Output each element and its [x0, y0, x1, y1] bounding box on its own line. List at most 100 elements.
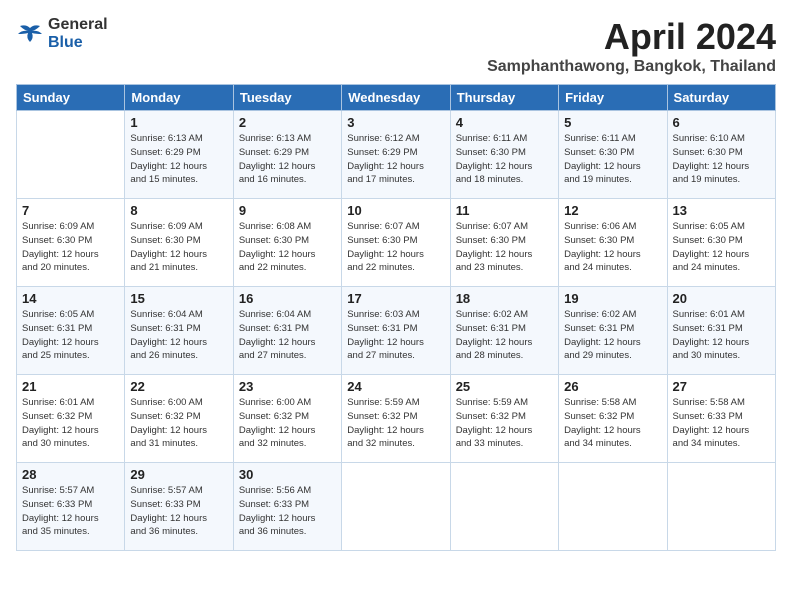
calendar-day-cell: 29 Sunrise: 5:57 AM Sunset: 6:33 PM Dayli… — [125, 463, 233, 551]
calendar-day-cell: 14 Sunrise: 6:05 AM Sunset: 6:31 PM Dayli… — [17, 287, 125, 375]
calendar-day-cell: 1 Sunrise: 6:13 AM Sunset: 6:29 PM Daylig… — [125, 111, 233, 199]
day-info: Sunrise: 6:00 AM Sunset: 6:32 PM Dayligh… — [239, 396, 336, 451]
day-info: Sunrise: 5:58 AM Sunset: 6:32 PM Dayligh… — [564, 396, 661, 451]
day-number: 12 — [564, 203, 661, 218]
calendar-day-cell: 16Sunrise: 6:04 AM Sunset: 6:31 PM Dayli… — [233, 287, 341, 375]
calendar-day-cell: 11Sunrise: 6:07 AM Sunset: 6:30 PM Dayli… — [450, 199, 558, 287]
calendar-week-row: 1 Sunrise: 6:13 AM Sunset: 6:29 PM Daylig… — [17, 111, 776, 199]
day-number: 13 — [673, 203, 770, 218]
day-number: 27 — [673, 379, 770, 394]
logo-icon — [16, 24, 44, 44]
day-info: Sunrise: 6:11 AM Sunset: 6:30 PM Dayligh… — [456, 132, 553, 187]
calendar-day-cell: 26 Sunrise: 5:58 AM Sunset: 6:32 PM Dayli… — [559, 375, 667, 463]
day-number: 25 — [456, 379, 553, 394]
day-info: Sunrise: 6:07 AM Sunset: 6:30 PM Dayligh… — [347, 220, 444, 275]
month-title: April 2024 — [487, 16, 776, 58]
day-info: Sunrise: 6:11 AM Sunset: 6:30 PM Dayligh… — [564, 132, 661, 187]
calendar-day-cell: 3 Sunrise: 6:12 AM Sunset: 6:29 PM Daylig… — [342, 111, 450, 199]
calendar-day-cell: 7Sunrise: 6:09 AM Sunset: 6:30 PM Daylig… — [17, 199, 125, 287]
weekday-header-cell: Thursday — [450, 85, 558, 111]
day-number: 20 — [673, 291, 770, 306]
weekday-header-cell: Wednesday — [342, 85, 450, 111]
page-header: General Blue April 2024 Samphanthawong, … — [16, 16, 776, 76]
day-info: Sunrise: 6:00 AM Sunset: 6:32 PM Dayligh… — [130, 396, 227, 451]
day-info: Sunrise: 6:06 AM Sunset: 6:30 PM Dayligh… — [564, 220, 661, 275]
day-info: Sunrise: 5:57 AM Sunset: 6:33 PM Dayligh… — [130, 484, 227, 539]
day-number: 14 — [22, 291, 119, 306]
title-block: April 2024 Samphanthawong, Bangkok, Thai… — [487, 16, 776, 76]
day-number: 28 — [22, 467, 119, 482]
empty-cell — [450, 463, 558, 551]
calendar-day-cell: 9Sunrise: 6:08 AM Sunset: 6:30 PM Daylig… — [233, 199, 341, 287]
day-number: 7 — [22, 203, 119, 218]
weekday-header-cell: Tuesday — [233, 85, 341, 111]
day-info: Sunrise: 6:03 AM Sunset: 6:31 PM Dayligh… — [347, 308, 444, 363]
day-info: Sunrise: 6:13 AM Sunset: 6:29 PM Dayligh… — [239, 132, 336, 187]
calendar-week-row: 28 Sunrise: 5:57 AM Sunset: 6:33 PM Dayli… — [17, 463, 776, 551]
day-info: Sunrise: 6:05 AM Sunset: 6:30 PM Dayligh… — [673, 220, 770, 275]
day-info: Sunrise: 6:08 AM Sunset: 6:30 PM Dayligh… — [239, 220, 336, 275]
day-number: 5 — [564, 115, 661, 130]
day-number: 10 — [347, 203, 444, 218]
day-number: 1 — [130, 115, 227, 130]
day-number: 17 — [347, 291, 444, 306]
day-number: 26 — [564, 379, 661, 394]
weekday-header-cell: Sunday — [17, 85, 125, 111]
weekday-header-row: SundayMondayTuesdayWednesdayThursdayFrid… — [17, 85, 776, 111]
day-number: 18 — [456, 291, 553, 306]
calendar-day-cell: 5 Sunrise: 6:11 AM Sunset: 6:30 PM Daylig… — [559, 111, 667, 199]
day-info: Sunrise: 6:04 AM Sunset: 6:31 PM Dayligh… — [130, 308, 227, 363]
logo-blue: Blue — [48, 34, 83, 51]
day-number: 29 — [130, 467, 227, 482]
day-info: Sunrise: 6:09 AM Sunset: 6:30 PM Dayligh… — [130, 220, 227, 275]
empty-cell — [342, 463, 450, 551]
day-number: 24 — [347, 379, 444, 394]
calendar-day-cell: 20Sunrise: 6:01 AM Sunset: 6:31 PM Dayli… — [667, 287, 775, 375]
empty-cell — [17, 111, 125, 199]
logo: General Blue — [16, 16, 108, 52]
calendar-day-cell: 2 Sunrise: 6:13 AM Sunset: 6:29 PM Daylig… — [233, 111, 341, 199]
day-number: 15 — [130, 291, 227, 306]
calendar-day-cell: 18 Sunrise: 6:02 AM Sunset: 6:31 PM Dayli… — [450, 287, 558, 375]
calendar-day-cell: 28Sunrise: 5:57 AM Sunset: 6:33 PM Dayli… — [17, 463, 125, 551]
day-info: Sunrise: 6:05 AM Sunset: 6:31 PM Dayligh… — [22, 308, 119, 363]
calendar-week-row: 21Sunrise: 6:01 AM Sunset: 6:32 PM Dayli… — [17, 375, 776, 463]
day-info: Sunrise: 5:59 AM Sunset: 6:32 PM Dayligh… — [456, 396, 553, 451]
calendar-week-row: 14 Sunrise: 6:05 AM Sunset: 6:31 PM Dayli… — [17, 287, 776, 375]
calendar-day-cell: 25 Sunrise: 5:59 AM Sunset: 6:32 PM Dayli… — [450, 375, 558, 463]
day-number: 16 — [239, 291, 336, 306]
day-number: 4 — [456, 115, 553, 130]
day-info: Sunrise: 6:10 AM Sunset: 6:30 PM Dayligh… — [673, 132, 770, 187]
day-info: Sunrise: 6:13 AM Sunset: 6:29 PM Dayligh… — [130, 132, 227, 187]
calendar-day-cell: 24 Sunrise: 5:59 AM Sunset: 6:32 PM Dayli… — [342, 375, 450, 463]
calendar-body: 1 Sunrise: 6:13 AM Sunset: 6:29 PM Daylig… — [17, 111, 776, 551]
day-number: 22 — [130, 379, 227, 394]
calendar-day-cell: 15 Sunrise: 6:04 AM Sunset: 6:31 PM Dayli… — [125, 287, 233, 375]
empty-cell — [667, 463, 775, 551]
calendar-day-cell: 30 Sunrise: 5:56 AM Sunset: 6:33 PM Dayli… — [233, 463, 341, 551]
calendar-day-cell: 10 Sunrise: 6:07 AM Sunset: 6:30 PM Dayli… — [342, 199, 450, 287]
day-info: Sunrise: 5:56 AM Sunset: 6:33 PM Dayligh… — [239, 484, 336, 539]
weekday-header-cell: Monday — [125, 85, 233, 111]
calendar-day-cell: 8 Sunrise: 6:09 AM Sunset: 6:30 PM Daylig… — [125, 199, 233, 287]
day-number: 2 — [239, 115, 336, 130]
day-number: 8 — [130, 203, 227, 218]
calendar-week-row: 7 Sunrise: 6:09 AM Sunset: 6:30 PM Daylig… — [17, 199, 776, 287]
day-number: 21 — [22, 379, 119, 394]
day-info: Sunrise: 6:02 AM Sunset: 6:31 PM Dayligh… — [456, 308, 553, 363]
calendar-day-cell: 19 Sunrise: 6:02 AM Sunset: 6:31 PM Dayli… — [559, 287, 667, 375]
day-info: Sunrise: 6:02 AM Sunset: 6:31 PM Dayligh… — [564, 308, 661, 363]
day-number: 23 — [239, 379, 336, 394]
calendar-day-cell: 23 Sunrise: 6:00 AM Sunset: 6:32 PM Dayli… — [233, 375, 341, 463]
day-info: Sunrise: 5:59 AM Sunset: 6:32 PM Dayligh… — [347, 396, 444, 451]
day-info: Sunrise: 6:12 AM Sunset: 6:29 PM Dayligh… — [347, 132, 444, 187]
calendar-day-cell: 4 Sunrise: 6:11 AM Sunset: 6:30 PM Daylig… — [450, 111, 558, 199]
day-number: 30 — [239, 467, 336, 482]
day-number: 19 — [564, 291, 661, 306]
day-number: 3 — [347, 115, 444, 130]
logo-general: General — [48, 16, 108, 33]
calendar-day-cell: 21Sunrise: 6:01 AM Sunset: 6:32 PM Dayli… — [17, 375, 125, 463]
day-info: Sunrise: 6:07 AM Sunset: 6:30 PM Dayligh… — [456, 220, 553, 275]
calendar-table: SundayMondayTuesdayWednesdayThursdayFrid… — [16, 84, 776, 551]
location: Samphanthawong, Bangkok, Thailand — [487, 58, 776, 76]
